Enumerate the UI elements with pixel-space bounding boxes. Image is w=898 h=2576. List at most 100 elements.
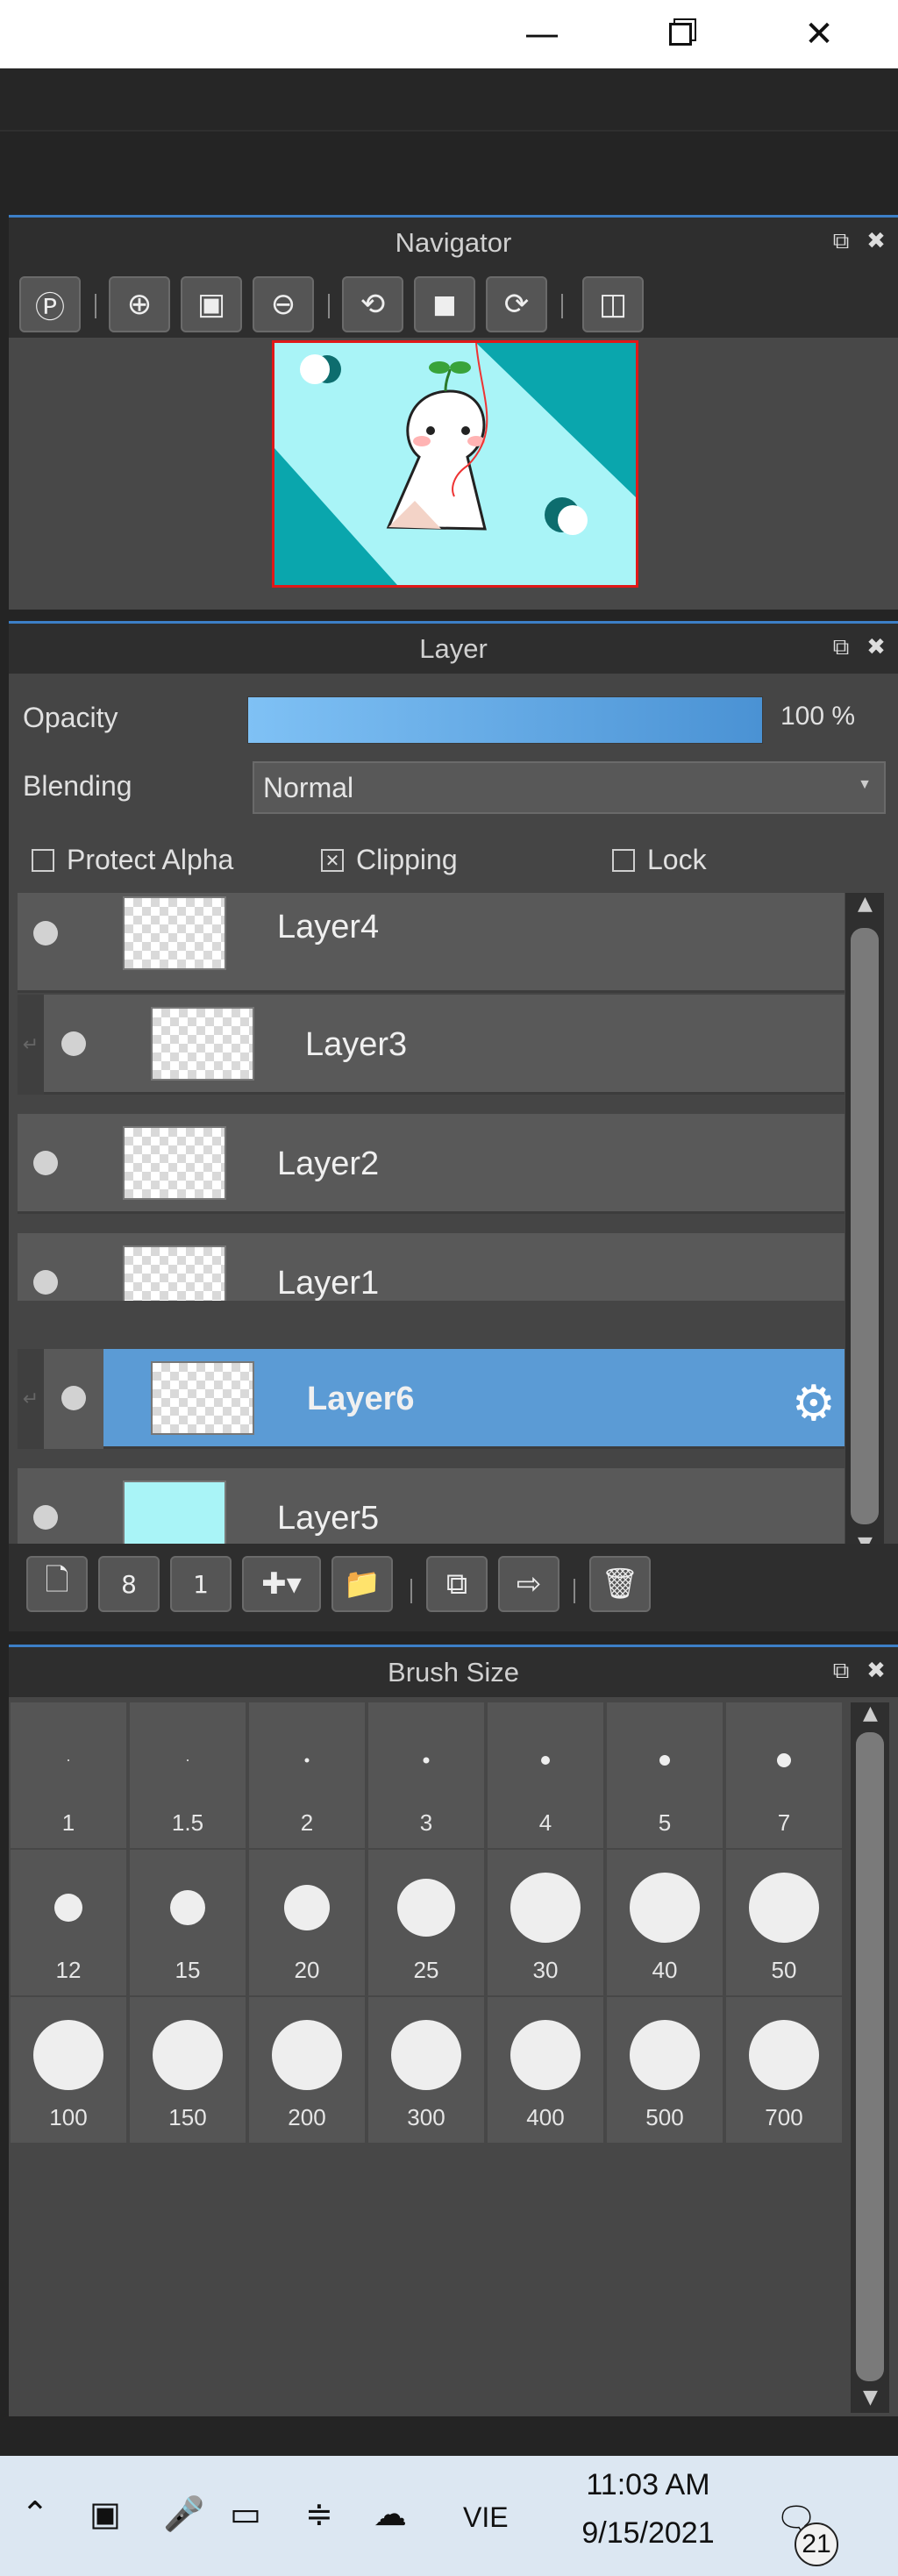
blending-value: Normal <box>263 771 354 803</box>
brush-size-cell[interactable]: 40 <box>607 1850 723 1995</box>
chevron-up-icon[interactable]: ⌃ <box>21 2494 49 2533</box>
layer-row-selected[interactable]: ↵ Layer6 ⚙ <box>18 1349 845 1449</box>
clipping-checkbox[interactable]: ✕ Clipping <box>321 844 458 876</box>
scroll-up-icon[interactable]: ▲ <box>863 1702 878 1724</box>
wifi-icon[interactable]: ≑ <box>305 2494 333 2533</box>
clip-arrow-icon: ↵ <box>18 995 44 1095</box>
gear-icon[interactable]: ⚙ <box>792 1375 836 1432</box>
folder-icon[interactable]: 📁 <box>331 1556 393 1612</box>
clip-arrow-icon: ↵ <box>18 1349 44 1449</box>
brush-size-label: 2 <box>300 1809 314 1836</box>
brush-size-cell[interactable]: 400 <box>488 1997 603 2143</box>
checkbox-icon <box>612 848 635 872</box>
brush-size-cell[interactable]: 12 <box>11 1850 126 1995</box>
popout-icon[interactable]: ⧉ <box>828 228 854 254</box>
navigator-preview[interactable] <box>9 338 898 610</box>
visibility-icon[interactable] <box>33 1151 58 1175</box>
close-panel-icon[interactable]: ✖ <box>863 1658 889 1684</box>
brush-size-cell[interactable]: 500 <box>607 1997 723 2143</box>
brush-dot-icon <box>153 2020 223 2090</box>
brush-size-label: 50 <box>771 1957 797 1983</box>
close-panel-icon[interactable]: ✖ <box>863 634 889 660</box>
layer-row[interactable]: Layer2 <box>18 1114 845 1214</box>
rotate-right-icon[interactable]: ⟳ <box>486 276 547 332</box>
merge-icon[interactable]: ⇨ <box>498 1556 559 1612</box>
brush-scrollbar[interactable]: ▲ ▼ <box>851 1702 889 2413</box>
brush-size-cell[interactable]: 15 <box>130 1850 246 1995</box>
brush-size-label: 5 <box>658 1809 672 1836</box>
popout-icon[interactable]: ⧉ <box>828 634 854 660</box>
microphone-icon[interactable]: 🎤 <box>163 2494 204 2534</box>
layer-title: Layer <box>419 632 488 664</box>
clock-date: 9/15/2021 <box>581 2516 715 2550</box>
blending-select[interactable]: Normal ▼ <box>253 761 886 814</box>
brush-size-cell[interactable]: 300 <box>368 1997 484 2143</box>
brush-size-cell[interactable]: 7 <box>726 1702 842 1848</box>
opacity-slider[interactable] <box>247 696 763 744</box>
duplicate-icon[interactable]: ⧉ <box>426 1556 488 1612</box>
layer-thumbnail <box>151 1361 254 1435</box>
new-8bit-layer-icon[interactable]: 8 <box>98 1556 160 1612</box>
scroll-down-icon[interactable]: ▼ <box>863 2387 878 2408</box>
scroll-up-icon[interactable]: ▲ <box>858 893 873 915</box>
battery-icon[interactable]: ▭ <box>230 2494 261 2533</box>
brush-size-label: 1 <box>61 1809 75 1836</box>
brush-size-cell[interactable]: 4 <box>488 1702 603 1848</box>
brush-size-cell[interactable]: 150 <box>130 1997 246 2143</box>
layer-row[interactable]: Layer4 <box>18 893 845 993</box>
opacity-value: 100 % <box>780 702 856 731</box>
brush-size-cell[interactable]: 1 <box>11 1702 126 1848</box>
new-1bit-layer-icon[interactable]: 1 <box>170 1556 232 1612</box>
scroll-thumb[interactable] <box>851 928 879 1524</box>
layer-scrollbar[interactable]: ▲ ▼ <box>845 893 884 1559</box>
brush-size-cell[interactable]: 25 <box>368 1850 484 1995</box>
layer-row[interactable]: ↵ Layer3 <box>18 995 845 1095</box>
protect-alpha-checkbox[interactable]: Protect Alpha <box>32 844 233 876</box>
close-panel-icon[interactable]: ✖ <box>863 228 889 254</box>
visibility-icon[interactable] <box>61 1386 86 1410</box>
delete-icon[interactable]: 🗑 <box>589 1556 651 1612</box>
navigator-toolbar: Ⓟ ⊕ ▣ ⊖ ⟲ ◼ ⟳ ◫ <box>9 268 898 338</box>
brush-size-label: 1.5 <box>171 1809 204 1836</box>
restore-icon[interactable] <box>638 0 723 68</box>
new-layer-icon[interactable]: 🗋 <box>26 1556 88 1612</box>
language-indicator[interactable]: VIE <box>463 2501 509 2534</box>
brush-size-cell[interactable]: 2 <box>249 1702 365 1848</box>
layer-row[interactable]: Layer1 <box>18 1233 845 1301</box>
lock-checkbox[interactable]: Lock <box>612 844 707 876</box>
zoom-actual-icon[interactable]: Ⓟ <box>19 276 81 332</box>
add-layer-dropdown-icon[interactable]: ✚▾ <box>242 1556 321 1612</box>
brush-size-cell[interactable]: 700 <box>726 1997 842 2143</box>
layer-thumbnail <box>123 1245 226 1301</box>
toolbar-area <box>0 68 898 132</box>
visibility-icon[interactable] <box>33 1505 58 1530</box>
brush-size-cell[interactable]: 20 <box>249 1850 365 1995</box>
brush-size-cell[interactable]: 5 <box>607 1702 723 1848</box>
close-icon[interactable]: ✕ <box>777 0 861 68</box>
visibility-icon[interactable] <box>33 1270 58 1295</box>
clock[interactable]: 11:03 AM 9/15/2021 <box>556 2468 740 2551</box>
brush-dot-icon <box>510 1873 581 1943</box>
popout-icon[interactable]: ⧉ <box>828 1658 854 1684</box>
flip-icon[interactable]: ◫ <box>582 276 644 332</box>
visibility-icon[interactable] <box>61 1031 86 1056</box>
onedrive-icon[interactable]: ☁ <box>374 2494 407 2533</box>
minimize-icon[interactable]: — <box>500 0 584 68</box>
brush-size-cell[interactable]: 50 <box>726 1850 842 1995</box>
brush-size-cell[interactable]: 3 <box>368 1702 484 1848</box>
meet-now-icon[interactable]: ▣ <box>89 2494 121 2533</box>
brush-size-cell[interactable]: 30 <box>488 1850 603 1995</box>
brush-size-cell[interactable]: 200 <box>249 1997 365 2143</box>
zoom-out-icon[interactable]: ⊖ <box>253 276 314 332</box>
zoom-in-icon[interactable]: ⊕ <box>109 276 170 332</box>
fit-screen-icon[interactable]: ◼ <box>414 276 475 332</box>
scroll-thumb[interactable] <box>856 1732 884 2381</box>
canvas-thumbnail[interactable] <box>272 340 638 588</box>
rotate-left-icon[interactable]: ⟲ <box>342 276 403 332</box>
fit-icon[interactable]: ▣ <box>181 276 242 332</box>
brush-size-cell[interactable]: 1.5 <box>130 1702 246 1848</box>
brush-size-label: 25 <box>413 1957 439 1983</box>
visibility-icon[interactable] <box>33 921 58 945</box>
brush-dot-icon <box>630 1873 700 1943</box>
brush-size-cell[interactable]: 100 <box>11 1997 126 2143</box>
